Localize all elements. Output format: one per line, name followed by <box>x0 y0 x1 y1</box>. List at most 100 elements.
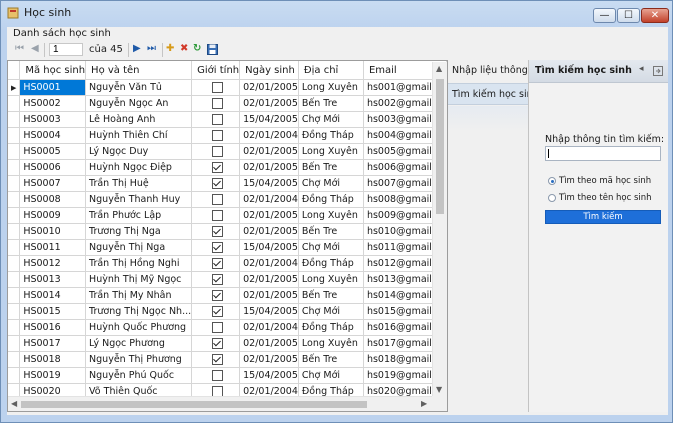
cell-address[interactable]: Chợ Mới <box>298 175 364 192</box>
cell-birth-date[interactable]: 02/01/2005 <box>239 95 299 112</box>
collapse-arrow-icon[interactable]: ◂ <box>639 64 644 74</box>
table-row[interactable]: HS0007 Trần Thị Huệ 15/04/2005 Chợ Mới hs007… <box>8 175 447 192</box>
gender-checkbox[interactable] <box>211 306 223 317</box>
gender-checkbox[interactable] <box>211 242 223 253</box>
cell-address[interactable]: Chợ Mới <box>298 111 364 128</box>
cell-student-id[interactable]: HS0009 <box>19 207 87 224</box>
table-row[interactable]: HS0005 Lý Ngọc Duy 02/01/2005 Long Xuyên hs0… <box>8 143 447 160</box>
horizontal-scroll-thumb[interactable] <box>21 401 367 408</box>
cell-birth-date[interactable]: 02/01/2005 <box>239 79 299 96</box>
cell-student-id[interactable]: HS0008 <box>19 191 87 208</box>
move-first-icon[interactable]: ⏮ <box>15 43 24 54</box>
cell-address[interactable]: Long Xuyên <box>298 271 364 288</box>
cell-address[interactable]: Bến Tre <box>298 351 364 368</box>
horizontal-scrollbar[interactable]: ◀ ▶ <box>8 396 432 411</box>
cell-address[interactable]: Đồng Tháp <box>298 127 364 144</box>
cell-address[interactable]: Long Xuyên <box>298 335 364 352</box>
table-row[interactable]: HS0017 Lý Ngọc Phương 02/01/2005 Long Xuyên… <box>8 335 447 352</box>
gender-checkbox[interactable] <box>211 322 223 333</box>
cell-birth-date[interactable]: 02/01/2005 <box>239 207 299 224</box>
row-header[interactable] <box>8 319 21 336</box>
save-icon[interactable] <box>207 44 218 55</box>
maximize-button[interactable]: ☐ <box>617 8 640 23</box>
row-header[interactable] <box>8 255 21 272</box>
add-new-icon[interactable]: ✚ <box>166 43 174 54</box>
cell-birth-date[interactable]: 02/01/2004 <box>239 319 299 336</box>
cell-address[interactable]: Long Xuyên <box>298 207 364 224</box>
table-row[interactable]: HS0008 Nguyễn Thanh Huy 02/01/2004 Đồng Thá… <box>8 191 447 208</box>
cell-birth-date[interactable]: 02/01/2005 <box>239 287 299 304</box>
cell-student-id[interactable]: HS0018 <box>19 351 87 368</box>
gender-checkbox[interactable] <box>211 98 223 109</box>
cell-full-name[interactable]: Trần Thị My Nhân <box>85 287 193 304</box>
column-header[interactable]: Ngày sinh <box>239 61 299 80</box>
gender-checkbox[interactable] <box>211 258 223 269</box>
cell-address[interactable]: Chợ Mới <box>298 367 364 384</box>
cell-birth-date[interactable]: 02/01/2005 <box>239 335 299 352</box>
refresh-icon[interactable]: ↻ <box>193 43 201 54</box>
cell-student-id[interactable]: HS0011 <box>19 239 87 256</box>
cell-full-name[interactable]: Nguyễn Văn Tủ <box>85 79 193 96</box>
cell-student-id[interactable]: HS0003 <box>19 111 87 128</box>
table-row[interactable]: HS0012 Trần Thị Hồng Nghi 02/01/2004 Đồng T… <box>8 255 447 272</box>
row-header[interactable] <box>8 95 21 112</box>
table-row[interactable]: HS0018 Nguyễn Thị Phương 02/01/2005 Bến Tre… <box>8 351 447 368</box>
cell-student-id[interactable]: HS0014 <box>19 287 87 304</box>
gender-checkbox[interactable] <box>211 338 223 349</box>
cell-address[interactable]: Bến Tre <box>298 95 364 112</box>
search-input[interactable] <box>545 146 661 161</box>
cell-birth-date[interactable]: 15/04/2005 <box>239 111 299 128</box>
row-header[interactable] <box>8 351 21 368</box>
cell-birth-date[interactable]: 02/01/2004 <box>239 127 299 144</box>
row-header[interactable] <box>8 239 21 256</box>
cell-full-name[interactable]: Nguyễn Thị Nga <box>85 239 193 256</box>
tab-data-entry[interactable]: Nhập liệu thông tin <box>448 60 528 82</box>
cell-address[interactable]: Chợ Mới <box>298 239 364 256</box>
cell-full-name[interactable]: Lý Ngọc Duy <box>85 143 193 160</box>
cell-full-name[interactable]: Trần Thị Huệ <box>85 175 193 192</box>
row-header[interactable] <box>8 207 21 224</box>
cell-student-id[interactable]: HS0002 <box>19 95 87 112</box>
row-header[interactable] <box>8 303 21 320</box>
delete-icon[interactable]: ✖ <box>180 43 188 54</box>
cell-birth-date[interactable]: 02/01/2005 <box>239 159 299 176</box>
cell-student-id[interactable]: HS0016 <box>19 319 87 336</box>
position-input[interactable] <box>49 43 83 56</box>
cell-address[interactable]: Bến Tre <box>298 159 364 176</box>
cell-student-id[interactable]: HS0017 <box>19 335 87 352</box>
cell-student-id[interactable]: HS0010 <box>19 223 87 240</box>
search-button[interactable]: Tìm kiếm <box>545 210 661 224</box>
cell-full-name[interactable]: Trần Phước Lập <box>85 207 193 224</box>
table-row[interactable]: HS0006 Huỳnh Ngọc Điệp 02/01/2005 Bến Tre hs… <box>8 159 447 176</box>
pin-panel-icon[interactable] <box>653 66 663 76</box>
column-header[interactable]: Địa chỉ <box>298 61 364 80</box>
cell-birth-date[interactable]: 15/04/2005 <box>239 175 299 192</box>
cell-student-id[interactable]: HS0007 <box>19 175 87 192</box>
gender-checkbox[interactable] <box>211 226 223 237</box>
cell-birth-date[interactable]: 02/01/2004 <box>239 255 299 272</box>
cell-address[interactable]: Chợ Mới <box>298 303 364 320</box>
table-row[interactable]: HS0011 Nguyễn Thị Nga 15/04/2005 Chợ Mới hs0… <box>8 239 447 256</box>
row-header[interactable] <box>8 335 21 352</box>
cell-student-id[interactable]: HS0019 <box>19 367 87 384</box>
column-header[interactable]: Họ và tên <box>85 61 193 80</box>
gender-checkbox[interactable] <box>211 354 223 365</box>
cell-full-name[interactable]: Trương Thị Ngọc Nh... <box>85 303 193 320</box>
cell-student-id[interactable]: HS0006 <box>19 159 87 176</box>
cell-birth-date[interactable]: 15/04/2005 <box>239 239 299 256</box>
column-header[interactable]: Mã học sinh <box>19 61 87 80</box>
column-header[interactable]: Giới tính <box>191 61 241 80</box>
row-header[interactable] <box>8 223 21 240</box>
cell-student-id[interactable]: HS0015 <box>19 303 87 320</box>
row-header[interactable] <box>8 111 21 128</box>
scroll-up-icon[interactable]: ▲ <box>436 64 442 73</box>
gender-checkbox[interactable] <box>211 370 223 381</box>
cell-student-id[interactable]: HS0012 <box>19 255 87 272</box>
gender-checkbox[interactable] <box>211 194 223 205</box>
cell-full-name[interactable]: Lý Ngọc Phương <box>85 335 193 352</box>
cell-birth-date[interactable]: 15/04/2005 <box>239 303 299 320</box>
table-row[interactable]: HS0013 Huỳnh Thị Mỹ Ngọc 02/01/2005 Long Xu… <box>8 271 447 288</box>
cell-address[interactable]: Bến Tre <box>298 223 364 240</box>
scroll-down-icon[interactable]: ▼ <box>436 385 442 394</box>
cell-birth-date[interactable]: 02/01/2005 <box>239 271 299 288</box>
